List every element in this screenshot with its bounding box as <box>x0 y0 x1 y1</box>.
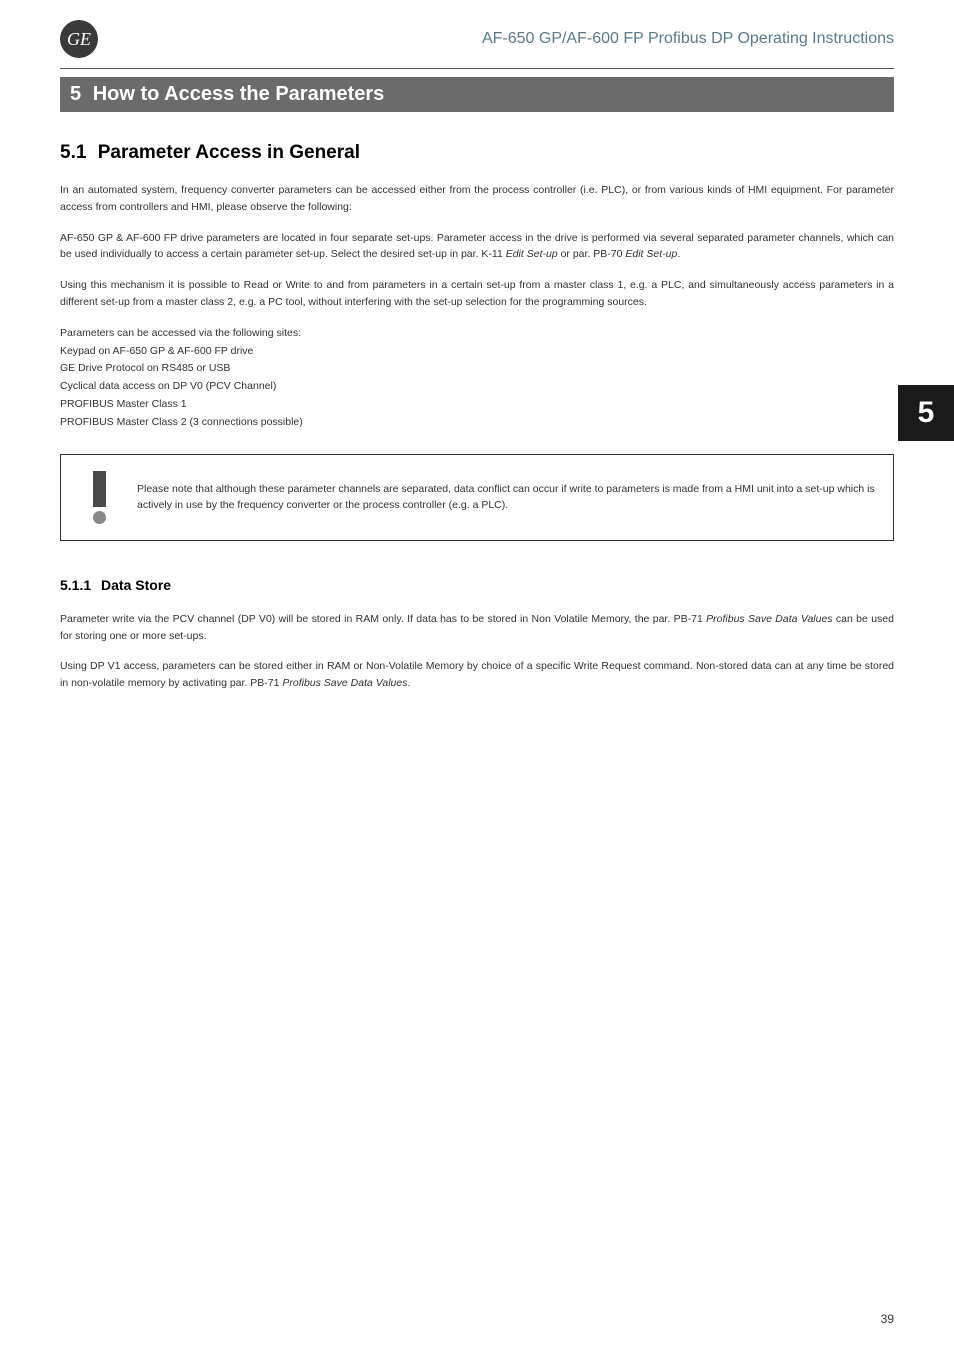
note-box: Please note that although these paramete… <box>60 454 894 541</box>
param-name: Profibus Save Data Values <box>282 677 407 689</box>
exclamation-dot <box>93 511 106 524</box>
exclamation-icon <box>79 471 119 524</box>
chapter-heading-bar: 5 How to Access the Parameters <box>60 77 894 112</box>
list-item: GE Drive Protocol on RS485 or USB <box>60 360 894 378</box>
subsection-number: 5.1.1 <box>60 577 91 593</box>
section-number: 5.1 <box>60 142 86 163</box>
text-run: Parameter write via the PCV channel (DP … <box>60 613 706 625</box>
text-run: AF-650 GP & AF-600 FP drive parameters a… <box>60 232 894 261</box>
section-para-2: AF-650 GP & AF-600 FP drive parameters a… <box>60 230 894 264</box>
side-tab-chapter-number: 5 <box>898 385 954 441</box>
document-title: AF-650 GP/AF-600 FP Profibus DP Operatin… <box>482 30 894 48</box>
access-sites-block: Parameters can be accessed via the follo… <box>60 325 894 432</box>
param-name: Edit Set-up <box>625 248 677 260</box>
list-item: PROFIBUS Master Class 2 (3 connections p… <box>60 414 894 432</box>
page-header: GE AF-650 GP/AF-600 FP Profibus DP Opera… <box>0 0 954 68</box>
section-para-3: Using this mechanism it is possible to R… <box>60 277 894 311</box>
list-item: Cyclical data access on DP V0 (PCV Chann… <box>60 378 894 396</box>
list-item: Keypad on AF-650 GP & AF-600 FP drive <box>60 343 894 361</box>
ge-logo-icon: GE <box>60 20 98 58</box>
text-run: . <box>407 677 410 689</box>
section-title: Parameter Access in General <box>98 142 360 163</box>
logo-text: GE <box>67 29 91 50</box>
subsection-para-1: Parameter write via the PCV channel (DP … <box>60 611 894 645</box>
param-name: Profibus Save Data Values <box>706 613 832 625</box>
section-para-1: In an automated system, frequency conver… <box>60 182 894 216</box>
list-item: PROFIBUS Master Class 1 <box>60 396 894 414</box>
subsection-heading: 5.1.1 Data Store <box>60 577 894 593</box>
text-run: Using DP V1 access, parameters can be st… <box>60 660 894 689</box>
chapter-number: 5 <box>70 83 81 105</box>
subsection-title: Data Store <box>101 577 171 593</box>
text-run: or par. PB-70 <box>558 248 626 260</box>
main-content: 5.1 Parameter Access in General In an au… <box>0 142 954 692</box>
section-heading: 5.1 Parameter Access in General <box>60 142 894 164</box>
text-run: . <box>677 248 680 260</box>
param-name: Edit Set-up <box>506 248 558 260</box>
page-number: 39 <box>881 1312 894 1326</box>
subsection-para-2: Using DP V1 access, parameters can be st… <box>60 658 894 692</box>
list-intro: Parameters can be accessed via the follo… <box>60 325 894 343</box>
header-divider <box>60 68 894 69</box>
chapter-title: How to Access the Parameters <box>93 83 385 105</box>
note-text: Please note that although these paramete… <box>137 481 875 515</box>
exclamation-bar <box>93 471 106 507</box>
